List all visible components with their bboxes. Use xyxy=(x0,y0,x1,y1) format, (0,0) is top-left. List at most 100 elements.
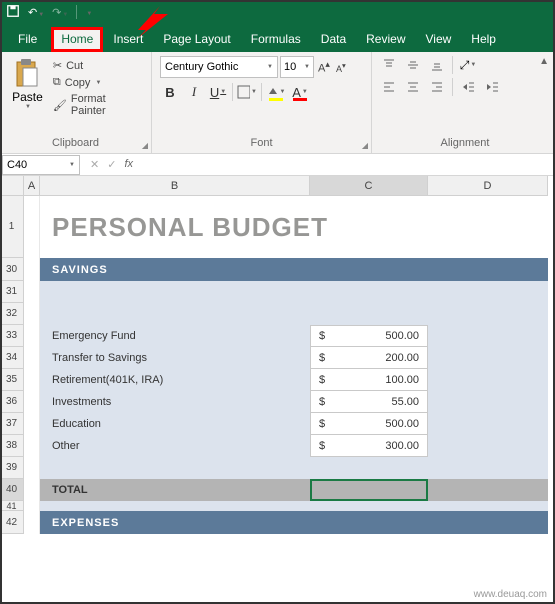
table-row[interactable]: Emergency Fund $500.00 xyxy=(40,325,548,347)
item-value-cell[interactable]: $300.00 xyxy=(310,435,428,457)
italic-button[interactable]: I xyxy=(184,82,204,102)
blank-row[interactable] xyxy=(40,281,548,303)
row-header[interactable]: 39 xyxy=(0,457,24,479)
font-size-select[interactable]: 10▼ xyxy=(280,56,314,78)
row-header[interactable]: 35 xyxy=(0,369,24,391)
enter-formula-icon[interactable]: ✓ xyxy=(107,158,116,171)
align-center-icon[interactable] xyxy=(404,78,422,96)
watermark: www.deuaq.com xyxy=(474,589,547,600)
tab-help[interactable]: Help xyxy=(461,27,506,52)
tab-formulas[interactable]: Formulas xyxy=(241,27,311,52)
increase-font-icon[interactable]: A▴ xyxy=(316,59,332,75)
format-painter-label: Format Painter xyxy=(71,93,141,117)
tab-page-layout[interactable]: Page Layout xyxy=(153,27,240,52)
item-value-cell[interactable]: $500.00 xyxy=(310,413,428,435)
expenses-header[interactable]: EXPENSES xyxy=(40,511,548,534)
tab-view[interactable]: View xyxy=(416,27,462,52)
row-header[interactable]: 33 xyxy=(0,325,24,347)
column-a-cells[interactable] xyxy=(24,196,40,534)
copy-label: Copy xyxy=(65,77,91,89)
row-header[interactable]: 42 xyxy=(0,511,24,534)
clipboard-dialog-launcher-icon[interactable]: ◢ xyxy=(142,141,148,150)
page-title: PERSONAL BUDGET xyxy=(52,212,328,243)
title-row[interactable]: PERSONAL BUDGET xyxy=(40,196,548,258)
item-value-cell[interactable]: $55.00 xyxy=(310,391,428,413)
paste-icon xyxy=(13,58,41,90)
table-row[interactable]: Transfer to Savings $200.00 xyxy=(40,347,548,369)
qat-customize-icon[interactable]: ▼ xyxy=(85,6,92,18)
cut-button[interactable]: ✂ Cut xyxy=(51,58,143,73)
format-painter-button[interactable]: 🖌Format Painter xyxy=(51,92,143,118)
row-header[interactable]: 37 xyxy=(0,413,24,435)
increase-indent-icon[interactable] xyxy=(483,78,501,96)
savings-header[interactable]: SAVINGS xyxy=(40,258,548,281)
paste-dropdown-icon[interactable]: ▼ xyxy=(25,104,31,110)
table-row[interactable]: Investments $55.00 xyxy=(40,391,548,413)
row-header[interactable]: 30 xyxy=(0,258,24,281)
cancel-formula-icon[interactable]: ✕ xyxy=(90,158,99,171)
tab-data[interactable]: Data xyxy=(311,27,356,52)
font-name-value: Century Gothic xyxy=(165,61,238,73)
decrease-indent-icon[interactable] xyxy=(459,78,477,96)
blank-row[interactable] xyxy=(40,501,548,511)
table-row[interactable]: Education $500.00 xyxy=(40,413,548,435)
save-icon[interactable] xyxy=(6,4,20,21)
item-value-cell[interactable]: $500.00 xyxy=(310,325,428,347)
undo-icon[interactable]: ↶▼ xyxy=(28,6,44,19)
bold-button[interactable]: B xyxy=(160,82,180,102)
borders-button[interactable]: ▼ xyxy=(237,82,257,102)
font-dialog-launcher-icon[interactable]: ◢ xyxy=(362,141,368,150)
tab-file[interactable]: File xyxy=(4,27,51,52)
align-bottom-icon[interactable] xyxy=(428,56,446,74)
blank-row[interactable] xyxy=(40,457,548,479)
align-middle-icon[interactable] xyxy=(404,56,422,74)
align-right-icon[interactable] xyxy=(428,78,446,96)
row-header[interactable]: 41 xyxy=(0,501,24,511)
align-top-icon[interactable] xyxy=(380,56,398,74)
ribbon: ▲ Paste ▼ ✂Cut ⧉Copy ▼ 🖌Format Painter C… xyxy=(0,52,555,154)
row-header[interactable]: 31 xyxy=(0,281,24,303)
font-name-select[interactable]: Century Gothic▼ xyxy=(160,56,278,78)
col-header-c[interactable]: C xyxy=(310,176,428,196)
select-all-corner[interactable] xyxy=(0,176,24,196)
copy-button[interactable]: ⧉Copy ▼ xyxy=(51,75,143,90)
row-header[interactable]: 32 xyxy=(0,303,24,325)
row-header[interactable]: 34 xyxy=(0,347,24,369)
copy-icon: ⧉ xyxy=(53,76,61,89)
scissors-icon: ✂ xyxy=(53,59,62,72)
total-row[interactable]: TOTAL xyxy=(40,479,548,501)
col-header-b[interactable]: B xyxy=(40,176,310,196)
row-header[interactable]: 38 xyxy=(0,435,24,457)
font-color-button[interactable]: A▼ xyxy=(290,82,310,102)
tab-home[interactable]: Home xyxy=(51,27,103,52)
row-header[interactable]: 40 xyxy=(0,479,24,501)
clipboard-group: Paste ▼ ✂Cut ⧉Copy ▼ 🖌Format Painter Cli… xyxy=(0,52,152,153)
cut-label: Cut xyxy=(66,60,83,72)
orientation-icon[interactable]: ⤢▼ xyxy=(459,56,477,74)
table-row[interactable]: Retirement(401K, IRA) $100.00 xyxy=(40,369,548,391)
column-headers: A B C D xyxy=(24,176,548,196)
fx-icon[interactable]: fx xyxy=(124,158,133,171)
item-label: Investments xyxy=(40,396,310,408)
col-header-d[interactable]: D xyxy=(428,176,548,196)
row-header[interactable]: 1 xyxy=(0,196,24,258)
col-header-a[interactable]: A xyxy=(24,176,40,196)
item-value-cell[interactable]: $100.00 xyxy=(310,369,428,391)
row-header[interactable]: 36 xyxy=(0,391,24,413)
name-box[interactable]: C40▼ xyxy=(2,155,80,175)
table-row[interactable]: Other $300.00 xyxy=(40,435,548,457)
tab-review[interactable]: Review xyxy=(356,27,415,52)
blank-row[interactable] xyxy=(40,303,548,325)
paste-button[interactable]: Paste ▼ xyxy=(8,56,47,118)
redo-icon[interactable]: ↷▼ xyxy=(52,6,68,19)
decrease-font-icon[interactable]: A▾ xyxy=(334,61,348,74)
item-label: Retirement(401K, IRA) xyxy=(40,374,310,386)
item-value-cell[interactable]: $200.00 xyxy=(310,347,428,369)
underline-button[interactable]: U▼ xyxy=(208,82,228,102)
font-group: Century Gothic▼ 10▼ A▴ A▾ B I U▼ ▼ ▼ A▼ … xyxy=(152,52,372,153)
fill-color-button[interactable]: ▼ xyxy=(266,82,286,102)
active-cell[interactable] xyxy=(310,479,428,501)
item-label: Transfer to Savings xyxy=(40,352,310,364)
align-left-icon[interactable] xyxy=(380,78,398,96)
tab-insert[interactable]: Insert xyxy=(103,27,153,52)
